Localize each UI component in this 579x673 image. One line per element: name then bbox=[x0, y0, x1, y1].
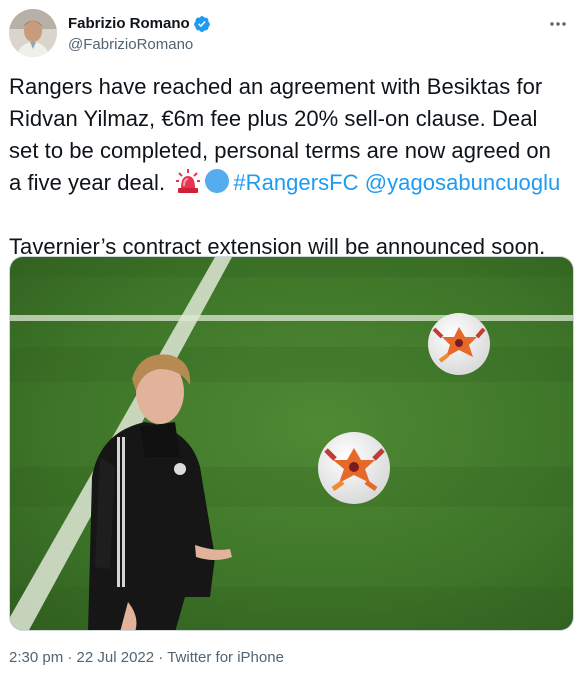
tweet-header: Fabrizio Romano @FabrizioRomano bbox=[0, 0, 579, 68]
tweet-line-text: a five year deal. bbox=[9, 170, 166, 195]
police-light-emoji bbox=[175, 168, 201, 194]
hashtag-link[interactable]: #RangersFC bbox=[233, 170, 358, 195]
ball-upper bbox=[428, 313, 490, 375]
tweet-text: Rangers have reached an agreement with B… bbox=[9, 71, 575, 263]
meta-separator: · bbox=[158, 649, 164, 666]
tweet-source[interactable]: Twitter for iPhone bbox=[167, 649, 284, 666]
handle[interactable]: @FabrizioRomano bbox=[68, 35, 193, 55]
verified-badge-icon bbox=[193, 15, 211, 33]
tweet-date[interactable]: 22 Jul 2022 bbox=[77, 649, 155, 666]
tweet-meta: 2:30 pm · 22 Jul 2022 · Twitter for iPho… bbox=[9, 648, 284, 668]
more-options-icon[interactable] bbox=[548, 14, 568, 34]
tweet-line: Ridvan Yilmaz, €6m fee plus 20% sell-on … bbox=[9, 106, 538, 131]
tweet-time[interactable]: 2:30 pm bbox=[9, 649, 63, 666]
ball-lower bbox=[318, 432, 390, 504]
tweet-line: set to be completed, personal terms are … bbox=[9, 138, 551, 163]
display-name[interactable]: Fabrizio Romano bbox=[68, 14, 190, 34]
blue-circle-emoji bbox=[204, 168, 230, 194]
mention-link[interactable]: @yagosabuncuoglu bbox=[365, 170, 561, 195]
meta-separator: · bbox=[67, 649, 73, 666]
tweet-photo[interactable] bbox=[9, 256, 574, 631]
tweet-line: a five year deal. #RangersFC @yagosabunc… bbox=[9, 167, 575, 199]
tweet-line: Rangers have reached an agreement with B… bbox=[9, 74, 543, 99]
avatar[interactable] bbox=[9, 9, 57, 57]
